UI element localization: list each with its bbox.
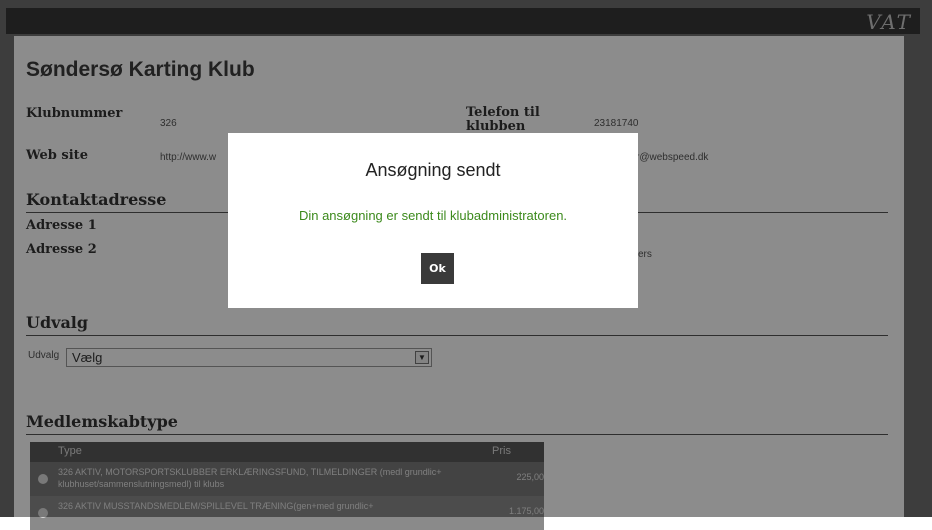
- ok-button[interactable]: Ok: [421, 253, 454, 284]
- page-background: VAT Søndersø Karting Klub Klubnummer 326…: [0, 0, 932, 530]
- dialog-title: Ansøgning sendt: [365, 160, 501, 180]
- dialog-message: Din ansøgning er sendt til klubadministr…: [298, 208, 568, 223]
- confirmation-dialog: Ansøgning sendt Din ansøgning er sendt t…: [228, 133, 638, 308]
